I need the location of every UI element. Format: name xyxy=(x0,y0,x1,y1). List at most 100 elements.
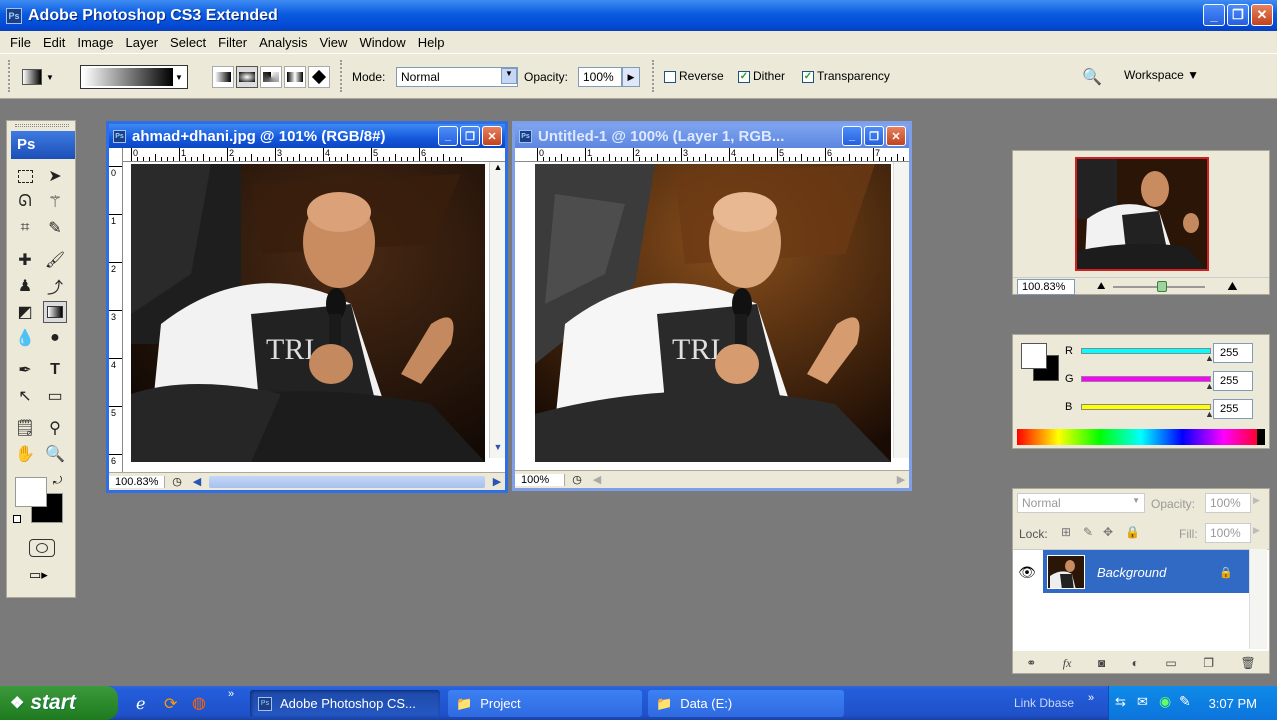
doc1-vertical-scrollbar[interactable]: ▲ ▼ xyxy=(489,162,505,458)
doc1-horizontal-ruler[interactable]: 0123456 xyxy=(123,148,505,162)
dither-checkbox[interactable]: ✓ Dither xyxy=(738,69,785,83)
healing-brush-tool-icon[interactable]: ✚ xyxy=(13,249,37,271)
quick-launch-ie-icon[interactable]: ℯ xyxy=(136,694,145,714)
move-tool-icon[interactable]: ➤ xyxy=(43,165,67,187)
menu-filter[interactable]: Filter xyxy=(212,35,253,50)
tray-whatsapp-icon[interactable]: ◉ xyxy=(1159,693,1171,710)
dodge-tool-icon[interactable]: ● xyxy=(43,327,67,349)
adjustment-layer-icon[interactable]: ◐ xyxy=(1132,656,1139,670)
new-group-icon[interactable]: ▭ xyxy=(1165,656,1176,670)
menu-image[interactable]: Image xyxy=(71,35,119,50)
close-button[interactable]: ✕ xyxy=(1251,4,1273,26)
linear-gradient-button[interactable] xyxy=(212,66,234,88)
doc2-title-bar[interactable]: Ps Untitled-1 @ 100% (Layer 1, RGB... _ … xyxy=(515,124,909,148)
opacity-slider-button[interactable]: ▶ xyxy=(622,67,640,87)
status-info-icon[interactable]: ◷ xyxy=(165,475,189,488)
lock-position-icon[interactable]: ✥ xyxy=(1103,525,1113,539)
color-channel-slider[interactable] xyxy=(1081,376,1211,382)
color-channel-slider[interactable] xyxy=(1081,404,1211,410)
quick-mask-icon[interactable] xyxy=(29,539,55,557)
options-bar-grip[interactable] xyxy=(8,60,12,92)
doc1-close-button[interactable]: ✕ xyxy=(482,126,502,146)
transparency-checkbox[interactable]: ✓ Transparency xyxy=(802,69,890,83)
start-button[interactable]: ❖ start xyxy=(0,686,118,720)
transparency-check-box[interactable]: ✓ xyxy=(802,70,814,83)
clock[interactable]: 3:07 PM xyxy=(1209,696,1257,711)
lasso-tool-icon[interactable]: ᘏ xyxy=(13,191,37,213)
reverse-check-box[interactable] xyxy=(664,70,676,83)
diamond-gradient-button[interactable] xyxy=(308,66,330,88)
type-tool-icon[interactable]: T xyxy=(43,359,67,381)
scroll-left-icon[interactable]: ◀ xyxy=(589,473,605,486)
chevron-up-icon[interactable]: ▲ xyxy=(490,162,506,178)
fill-slider-icon[interactable]: ▶ xyxy=(1253,525,1260,536)
layer-blend-mode-select[interactable]: Normal ▼ xyxy=(1017,493,1145,513)
color-channel-value[interactable]: 255 xyxy=(1213,399,1253,419)
layers-scrollbar[interactable] xyxy=(1249,549,1267,649)
layer-opacity-input[interactable]: 100% xyxy=(1205,493,1251,513)
pen-tool-icon[interactable]: ✒ xyxy=(13,359,37,381)
swap-colors-icon[interactable]: ⤾ xyxy=(53,475,62,488)
opacity-slider-icon[interactable]: ▶ xyxy=(1253,495,1260,506)
path-selection-tool-icon[interactable]: ↖ xyxy=(13,385,37,407)
status-info-icon[interactable]: ◷ xyxy=(565,473,589,486)
color-panel-foreground-swatch[interactable] xyxy=(1021,343,1047,369)
opacity-input[interactable]: 100% xyxy=(578,67,622,87)
shape-tool-icon[interactable]: ▭ xyxy=(43,385,67,407)
quick-launch-more-icon[interactable]: » xyxy=(228,688,234,700)
zoom-out-icon[interactable]: ⛰ xyxy=(1097,281,1105,292)
tray-pen-icon[interactable]: ✎ xyxy=(1179,693,1191,710)
zoom-tool-icon[interactable]: 🔍 xyxy=(43,443,67,465)
taskbar-button-project[interactable]: 📁 Project xyxy=(448,690,642,717)
toolbox-grip[interactable] xyxy=(15,124,69,127)
lock-transparent-icon[interactable]: ⊞ xyxy=(1061,525,1071,539)
clone-stamp-tool-icon[interactable]: ♟ xyxy=(13,275,37,297)
reflected-gradient-button[interactable] xyxy=(284,66,306,88)
chevron-down-icon[interactable]: ▼ xyxy=(490,442,506,458)
fill-input[interactable]: 100% xyxy=(1205,523,1251,543)
toolbar-expand-icon[interactable]: » xyxy=(1088,692,1094,704)
navigator-zoom-slider[interactable] xyxy=(1113,280,1206,292)
navigator-zoom-thumb[interactable] xyxy=(1157,280,1168,292)
menu-edit[interactable]: Edit xyxy=(37,35,71,50)
dither-check-box[interactable]: ✓ xyxy=(738,70,750,83)
foreground-color-swatch-top[interactable] xyxy=(15,477,47,507)
scroll-right-icon[interactable]: ▶ xyxy=(893,473,909,486)
workspace-menu[interactable]: Workspace ▼ xyxy=(1124,68,1199,82)
blur-tool-icon[interactable]: 💧 xyxy=(13,327,37,349)
navigator-zoom-field[interactable]: 100.83% xyxy=(1017,278,1075,295)
marquee-tool-icon[interactable] xyxy=(13,165,37,187)
tool-preset-picker[interactable]: ▼ xyxy=(22,66,60,88)
quick-launch-media-icon[interactable]: ⟳ xyxy=(164,694,177,714)
menu-analysis[interactable]: Analysis xyxy=(253,35,313,50)
new-layer-icon[interactable]: ❐ xyxy=(1203,656,1214,670)
crop-tool-icon[interactable]: ⌗ xyxy=(13,217,37,239)
doc1-minimize-button[interactable]: _ xyxy=(438,126,458,146)
zoom-in-icon[interactable]: ⛰ xyxy=(1227,279,1237,294)
color-spectrum-bar[interactable] xyxy=(1017,429,1265,445)
toolbox-logo[interactable]: Ps xyxy=(11,131,75,159)
minimize-button[interactable]: _ xyxy=(1203,4,1225,26)
menu-select[interactable]: Select xyxy=(164,35,212,50)
doc1-horizontal-scrollbar-thumb[interactable] xyxy=(209,475,485,488)
color-channel-value[interactable]: 255 xyxy=(1213,343,1253,363)
magic-wand-tool-icon[interactable]: ⚚ xyxy=(43,191,67,213)
doc2-maximize-button[interactable]: ❐ xyxy=(864,126,884,146)
mode-select[interactable]: Normal ▼ xyxy=(396,67,518,87)
scroll-left-icon[interactable]: ◀ xyxy=(189,475,205,488)
gradient-tool-icon[interactable] xyxy=(43,301,67,323)
menu-file[interactable]: File xyxy=(4,35,37,50)
default-colors-icon[interactable] xyxy=(13,515,21,523)
layer-style-icon[interactable]: fx xyxy=(1063,656,1072,671)
eye-visibility-icon[interactable]: 👁 xyxy=(1013,550,1041,594)
taskbar-toolbar-label[interactable]: Link Dbase xyxy=(1014,696,1074,710)
navigator-thumbnail[interactable] xyxy=(1075,157,1209,271)
doc2-close-button[interactable]: ✕ xyxy=(886,126,906,146)
menu-view[interactable]: View xyxy=(313,35,353,50)
maximize-button[interactable]: ❐ xyxy=(1227,4,1249,26)
radial-gradient-button[interactable] xyxy=(236,66,258,88)
tray-network-icon[interactable]: ⇆ xyxy=(1115,694,1126,710)
lock-all-icon[interactable]: 🔒 xyxy=(1125,525,1140,539)
slice-tool-icon[interactable]: ✎ xyxy=(43,217,67,239)
doc2-minimize-button[interactable]: _ xyxy=(842,126,862,146)
